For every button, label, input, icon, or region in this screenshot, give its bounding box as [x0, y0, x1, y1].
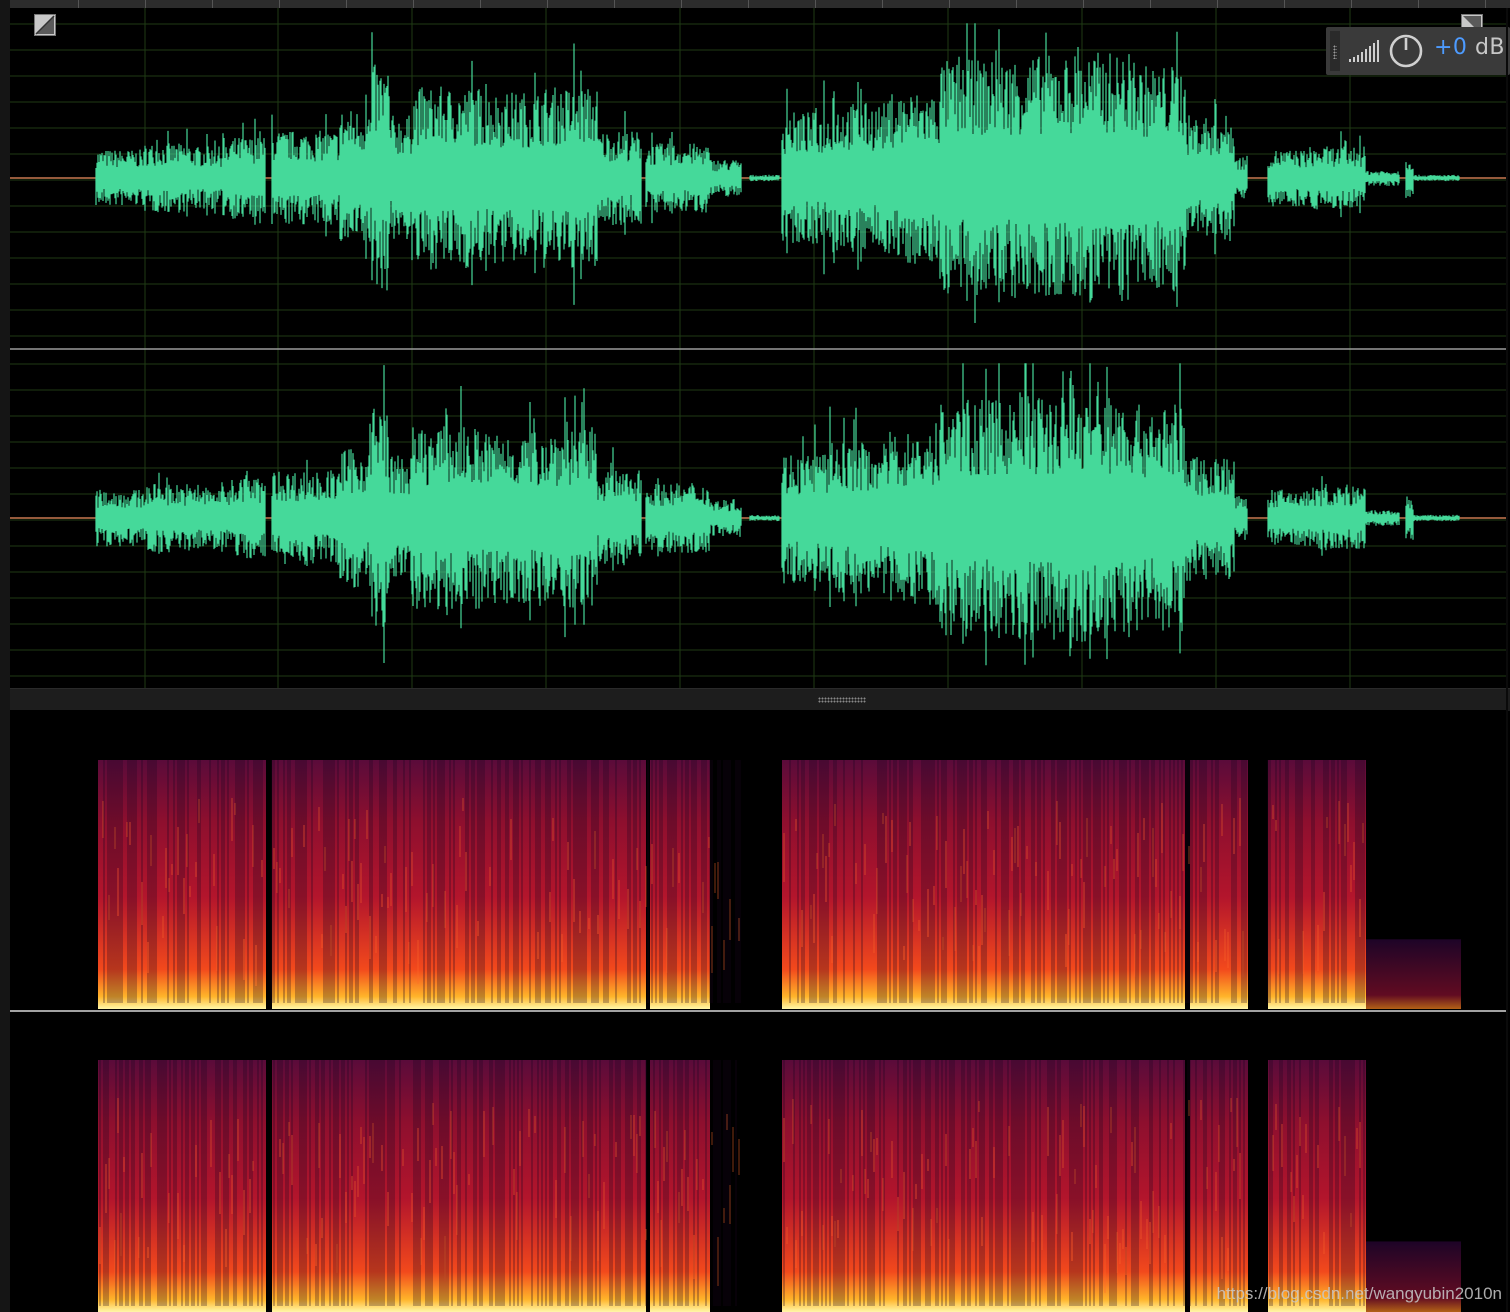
ruler-tick — [1217, 0, 1218, 8]
level-meter-icon — [1349, 40, 1379, 62]
hud-drag-handle[interactable] — [1330, 31, 1340, 71]
waveform-channel-left — [10, 23, 1508, 323]
zoom-fit-icon[interactable] — [34, 14, 56, 36]
ruler-tick — [1083, 0, 1084, 8]
ruler-tick — [279, 0, 280, 8]
ruler-tick — [1351, 0, 1352, 8]
audio-editor: +0 dB https://blog.csdn.net/wangyubin201… — [0, 0, 1510, 1312]
ruler-tick — [1016, 0, 1017, 8]
gain-value: +0 — [1434, 35, 1468, 60]
waveform-grid — [10, 8, 1508, 688]
ruler-tick — [1485, 0, 1486, 8]
panel-splitter[interactable] — [10, 688, 1510, 711]
gain-readout[interactable]: +0 dB — [1434, 35, 1505, 60]
spectrogram-block — [1190, 1060, 1248, 1312]
power-knob-icon[interactable] — [1388, 33, 1424, 69]
waveform-trace — [95, 23, 1460, 323]
spectrogram-block — [650, 760, 710, 1009]
spectrogram-block — [1268, 1060, 1366, 1312]
ruler-tick — [1418, 0, 1419, 8]
ruler-tick — [413, 0, 414, 8]
ruler-tick — [212, 0, 213, 8]
ruler-tick — [145, 0, 146, 8]
ruler-tick — [346, 0, 347, 8]
spectral-frequency-display[interactable] — [10, 710, 1508, 1312]
waveform-channel-right — [10, 363, 1508, 666]
spectrogram-tail — [1366, 939, 1461, 1009]
watermark: https://blog.csdn.net/wangyubin2010n — [1216, 1284, 1502, 1303]
spectrogram-block — [1190, 760, 1248, 1009]
ruler-tick — [1284, 0, 1285, 8]
ruler-tick — [882, 0, 883, 8]
spectrogram-canvas[interactable] — [10, 710, 1508, 1312]
splitter-grip[interactable] — [818, 697, 866, 703]
time-ruler[interactable] — [10, 0, 1510, 8]
ruler-tick — [949, 0, 950, 8]
gain-hud[interactable]: +0 dB — [1326, 27, 1510, 75]
ruler-tick — [681, 0, 682, 8]
ruler-tick — [614, 0, 615, 8]
ruler-tick — [547, 0, 548, 8]
ruler-tick — [480, 0, 481, 8]
spectrogram-channel-left — [98, 760, 1461, 1009]
ruler-tick — [748, 0, 749, 8]
waveform-display[interactable] — [10, 8, 1508, 688]
ruler-tick — [1150, 0, 1151, 8]
right-edge — [1506, 8, 1508, 1312]
waveform-trace — [95, 363, 1460, 666]
ruler-tick — [78, 0, 79, 8]
spectrogram-channel-right — [98, 1060, 1461, 1312]
waveform-canvas[interactable] — [10, 8, 1508, 688]
gain-unit: dB — [1474, 35, 1505, 60]
ruler-tick — [815, 0, 816, 8]
